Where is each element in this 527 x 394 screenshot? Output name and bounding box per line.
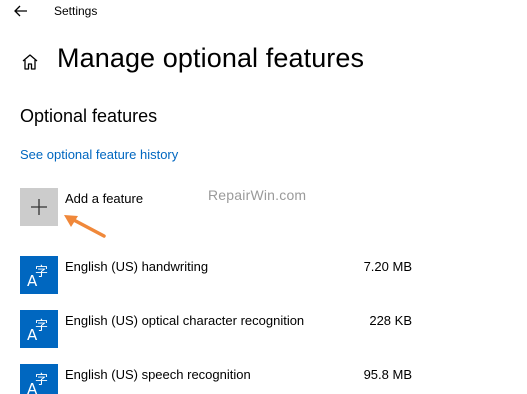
svg-text:字: 字 [35, 373, 48, 388]
page-title: Manage optional features [57, 43, 365, 73]
feature-history-link[interactable]: See optional feature history [20, 147, 178, 162]
svg-text:字: 字 [35, 319, 48, 334]
page-header: Manage optional features [0, 40, 527, 80]
watermark: RepairWin.com [208, 187, 307, 203]
home-button[interactable] [20, 52, 40, 72]
svg-text:字: 字 [35, 265, 48, 280]
feature-size: 7.20 MB [363, 259, 412, 274]
feature-row-speech[interactable]: A 字 English (US) speech recognition 95.8… [20, 364, 420, 394]
window-title: Settings [54, 4, 98, 18]
feature-size: 95.8 MB [363, 367, 412, 382]
language-icon: A 字 [20, 310, 58, 348]
add-feature-tile [20, 188, 58, 226]
plus-icon [31, 199, 47, 215]
home-icon [22, 54, 38, 70]
feature-size: 228 KB [369, 313, 412, 328]
feature-name: English (US) optical character recogniti… [65, 313, 305, 328]
add-feature-label: Add a feature [65, 191, 144, 206]
feature-row-ocr[interactable]: A 字 English (US) optical character recog… [20, 310, 420, 348]
back-button[interactable] [12, 2, 30, 20]
title-bar: Settings [0, 0, 527, 24]
annotation-arrow-icon [64, 215, 106, 238]
feature-name: English (US) handwriting [65, 259, 209, 274]
language-icon: A 字 [20, 364, 58, 394]
language-icon: A 字 [20, 256, 58, 294]
feature-name: English (US) speech recognition [65, 367, 251, 382]
section-title: Optional features [20, 106, 158, 126]
back-arrow-icon [14, 5, 27, 17]
feature-row-handwriting[interactable]: A 字 English (US) handwriting 7.20 MB [20, 256, 420, 294]
